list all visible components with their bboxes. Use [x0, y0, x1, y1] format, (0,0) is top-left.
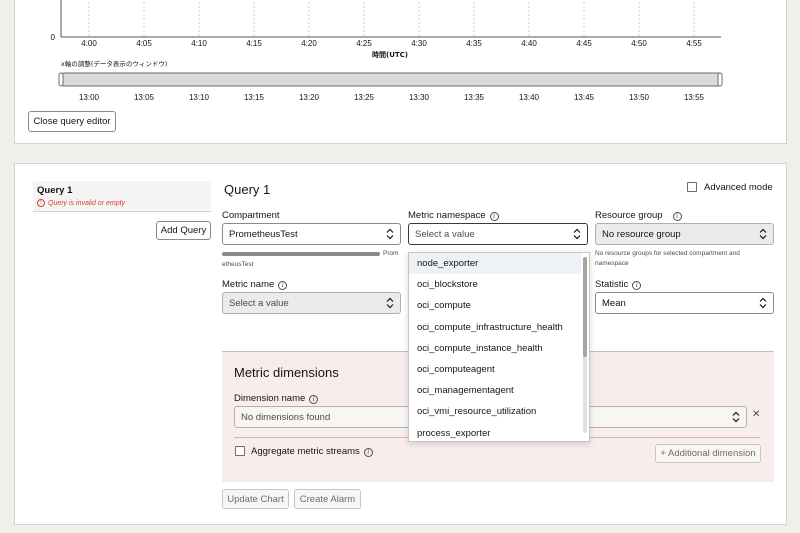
query-panel: Query 1 ! Query is invalid or empty Add … [14, 163, 787, 525]
compartment-path-tail: Prom [383, 250, 399, 257]
chevron-updown-icon [759, 228, 767, 240]
namespace-option[interactable]: oci_compute_infrastructure_health [409, 317, 581, 338]
metric-namespace-placeholder: Select a value [415, 228, 475, 240]
window-tick-label: 13:35 [464, 93, 485, 102]
resource-group-select[interactable]: No resource group [595, 223, 774, 245]
metric-name-placeholder: Select a value [229, 297, 289, 309]
namespace-option[interactable]: oci_vmi_resource_utilization [409, 401, 581, 422]
chevron-updown-icon [573, 228, 581, 240]
resource-group-hint-line2: namespace [595, 260, 629, 267]
x-tick-label: 4:55 [686, 39, 702, 48]
metric-namespace-select[interactable]: Select a value [408, 223, 588, 245]
namespace-option[interactable]: oci_compute_instance_health [409, 338, 581, 359]
compartment-path-redacted [222, 252, 380, 256]
window-tick-label: 13:00 [79, 93, 100, 102]
x-tick-label: 4:10 [191, 39, 207, 48]
metric-dimensions-title: Metric dimensions [234, 365, 339, 380]
dimension-placeholder: No dimensions found [241, 411, 331, 423]
window-tick-label: 13:50 [629, 93, 650, 102]
metric-namespace-label: Metric namespace i [408, 210, 499, 221]
advanced-mode-label: Advanced mode [704, 182, 773, 193]
remove-dimension-icon[interactable]: ✕ [752, 409, 760, 420]
compartment-path-end: etheusTest [222, 261, 254, 268]
chevron-updown-icon [386, 228, 394, 240]
namespace-option[interactable]: oci_managementagent [409, 380, 581, 401]
chevron-updown-icon [732, 411, 740, 423]
compartment-select[interactable]: PrometheusTest [222, 223, 401, 245]
y-axis-zero-label: 0 [51, 33, 56, 42]
x-tick-label: 4:40 [521, 39, 537, 48]
update-chart-button[interactable]: Update Chart [222, 489, 289, 509]
slider-right-handle[interactable] [717, 72, 723, 87]
window-slider-title: x軸の調整(データ表示のウィンドウ) [61, 59, 167, 68]
x-tick-label: 4:20 [301, 39, 317, 48]
slider-left-handle[interactable] [58, 72, 64, 87]
dimension-name-label: Dimension name i [234, 393, 319, 404]
error-icon: ! [37, 199, 45, 207]
window-tick-label: 13:45 [574, 93, 595, 102]
resource-group-label: Resource group i [595, 210, 682, 221]
info-icon[interactable]: i [489, 212, 499, 221]
dropdown-scrollbar-thumb[interactable] [583, 257, 587, 357]
create-alarm-button[interactable]: Create Alarm [294, 489, 361, 509]
window-tick-label: 13:30 [409, 93, 430, 102]
resource-group-value: No resource group [602, 228, 681, 240]
statistic-label: Statistic i [595, 279, 642, 290]
close-query-editor-button[interactable]: Close query editor [28, 111, 116, 132]
query-error-message: ! Query is invalid or empty [37, 199, 125, 207]
sidebar-divider [33, 211, 211, 212]
aggregate-streams-checkbox[interactable] [235, 446, 245, 456]
window-tick-label: 13:25 [354, 93, 375, 102]
namespace-option[interactable]: oci_computeagent [409, 359, 581, 380]
add-query-button[interactable]: Add Query [156, 221, 211, 240]
info-icon[interactable]: i [672, 212, 682, 221]
time-window-slider[interactable] [60, 72, 722, 87]
x-tick-label: 4:30 [411, 39, 427, 48]
x-tick-label: 4:50 [631, 39, 647, 48]
additional-dimension-button[interactable]: + Additional dimension [655, 444, 761, 463]
x-tick-label: 4:25 [356, 39, 372, 48]
chart-panel: 0 4:00 4:05 4:10 4:15 4:20 4:25 4:30 4:35 4:40 4:… [14, 0, 787, 144]
sidebar-query-label: Query 1 [37, 185, 73, 196]
advanced-mode-checkbox[interactable] [687, 182, 697, 192]
statistic-select[interactable]: Mean [595, 292, 774, 314]
namespace-option[interactable]: process_exporter [409, 423, 581, 444]
aggregate-streams-label: Aggregate metric streams i [251, 446, 373, 457]
compartment-label: Compartment [222, 210, 280, 221]
window-tick-label: 13:55 [684, 93, 705, 102]
error-text: Query is invalid or empty [48, 199, 126, 207]
metric-chart: 0 4:00 4:05 4:10 4:15 4:20 4:25 4:30 4:35 4:40 4:… [51, 0, 723, 102]
window-tick-label: 13:15 [244, 93, 265, 102]
metric-name-label: Metric name i [222, 279, 288, 290]
resource-group-hint-line1: No resource groups for selected compartm… [595, 250, 740, 257]
window-tick-label: 13:40 [519, 93, 540, 102]
chevron-updown-icon [386, 297, 394, 309]
chevron-updown-icon [759, 297, 767, 309]
namespace-option[interactable]: node_exporter [409, 253, 581, 274]
sidebar-item-query-1[interactable]: Query 1 ! Query is invalid or empty [33, 181, 211, 211]
window-tick-label: 13:20 [299, 93, 320, 102]
compartment-value: PrometheusTest [229, 228, 298, 240]
namespace-option[interactable]: oci_compute [409, 295, 581, 316]
metric-namespace-dropdown: node_exporter oci_blockstore oci_compute oc… [408, 252, 590, 442]
window-tick-label: 13:05 [134, 93, 155, 102]
x-tick-label: 4:15 [246, 39, 262, 48]
query-title: Query 1 [224, 182, 271, 197]
namespace-option[interactable]: oci_blockstore [409, 274, 581, 295]
statistic-value: Mean [602, 297, 626, 309]
info-icon[interactable]: i [632, 281, 642, 290]
window-tick-label: 13:10 [189, 93, 210, 102]
info-icon[interactable]: i [309, 395, 319, 404]
x-tick-label: 4:05 [136, 39, 152, 48]
metric-name-select[interactable]: Select a value [222, 292, 401, 314]
x-axis-title: 時間(UTC) [372, 50, 408, 59]
x-tick-label: 4:45 [576, 39, 592, 48]
info-icon[interactable]: i [363, 448, 373, 457]
info-icon[interactable]: i [278, 281, 288, 290]
x-tick-label: 4:35 [466, 39, 482, 48]
x-tick-label: 4:00 [81, 39, 97, 48]
